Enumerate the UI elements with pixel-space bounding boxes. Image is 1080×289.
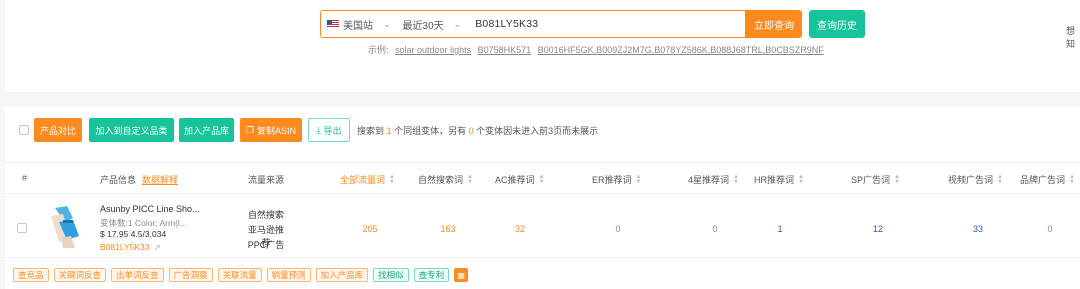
col-source: 流量来源 (248, 175, 285, 185)
col-er-label: ER推荐词 (592, 175, 632, 185)
tag-competitor[interactable]: 查竞品 (13, 268, 49, 282)
tag-ad-insight[interactable]: 广告洞察 (168, 268, 213, 282)
search-examples: 示例: solar outdoor lights B0758HK571 B001… (368, 43, 824, 56)
table-row: Asunby PICC Line Sho... 变体数:1 Color: Arm… (5, 194, 1080, 258)
col-hr-label: HR推荐词 (754, 175, 794, 185)
asin-text: B081LY5K33 (100, 242, 150, 252)
row-action-tags: 查竞品 关键词反查 出单词反查 广告洞察 关联流量 销量预测 加入产品库 找相似… (13, 268, 469, 282)
sort-icon: ▲ ▼ (538, 173, 545, 185)
sort-icon: ▲ ▼ (1069, 173, 1075, 185)
value-er: 0 (615, 224, 621, 234)
sort-icon: ▲ ▼ (798, 173, 804, 185)
sort-icon: ▲ ▼ (894, 173, 900, 185)
calculator-icon[interactable]: ▦ (454, 268, 469, 282)
col-all-label: 全部流量词 (340, 175, 386, 185)
col-video-label: 视频广告词 (948, 175, 994, 185)
summary-text: 搜索到 (357, 126, 385, 136)
value-video[interactable]: 33 (958, 224, 998, 234)
tag-keyword-reverse[interactable]: 关键词反查 (53, 268, 107, 282)
search-history-button[interactable]: 查询历史 (809, 10, 865, 38)
results-panel: 产品对比 加入到自定义品类 加入产品库 ❐ 复制ASIN ⤓ 导出 搜索到 1 … (5, 106, 1080, 289)
search-submit-button[interactable]: 立即查询 (746, 10, 802, 38)
col-natural-label: 自然搜索词 (418, 175, 464, 185)
add-custom-category-button[interactable]: 加入到自定义品类 (89, 118, 174, 142)
truncated-text: 想知 (1066, 26, 1076, 49)
col-ac[interactable]: AC推荐词 ▲ ▼ (495, 173, 545, 186)
product-image[interactable] (43, 202, 87, 250)
value-all[interactable]: 205 (350, 224, 390, 234)
results-summary: 搜索到 1 个同组变体，另有 0 个变体因未进入前3页而未展示 (357, 124, 598, 137)
source-natural: 自然搜索 (247, 210, 284, 220)
sort-icon: ▲ ▼ (635, 173, 642, 185)
product-asin[interactable]: B081LY5K33 ↗ (100, 242, 161, 252)
col-sp-label: SP广告词 (851, 175, 891, 185)
product-price-rating: $ 17.95 4.5/3,034 (100, 229, 167, 239)
search-input[interactable]: B081LY5K33 (475, 18, 538, 30)
tag-add-library[interactable]: 加入产品库 (315, 268, 369, 282)
value-hr[interactable]: 1 (760, 224, 800, 234)
product-name[interactable]: Asunby PICC Line Sho... (100, 204, 200, 214)
col-product: 产品信息 数据解释 (100, 173, 178, 186)
col-all-keywords[interactable]: 全部流量词 ▲ ▼ (340, 173, 395, 186)
value-sp[interactable]: 12 (858, 224, 898, 234)
results-toolbar: 产品对比 加入到自定义品类 加入产品库 ❐ 复制ASIN ⤓ 导出 搜索到 1 … (5, 118, 1080, 142)
value-brand: 0 (1047, 224, 1053, 234)
col-brand-label: 品牌广告词 (1020, 175, 1066, 185)
marketplace-select[interactable]: 美国站 ⌄ (321, 11, 397, 37)
summary-text: 个变体因未进入前3页而未展示 (476, 126, 599, 136)
col-four-star[interactable]: 4星推荐词 ▲ ▼ (688, 173, 739, 186)
sort-icon: ▲ ▼ (733, 173, 739, 185)
col-video[interactable]: 视频广告词 ▲ ▼ (948, 173, 1003, 186)
value-natural[interactable]: 163 (428, 224, 468, 234)
col-brand[interactable]: 品牌广告词 ▲ ▼ (1020, 173, 1075, 186)
chevron-down-icon: ⌄ (453, 18, 462, 29)
export-button[interactable]: ⤓ 导出 (308, 118, 350, 142)
tag-related-traffic[interactable]: 关联流量 (217, 268, 262, 282)
copy-icon: ❐ (245, 124, 255, 135)
external-link-icon[interactable]: ↗ (154, 243, 161, 252)
example-link[interactable]: B0016HF5GK,B009ZJ2M7G,B078YZ586K,B088J68… (538, 45, 824, 55)
col-product-label: 产品信息 (100, 175, 137, 185)
examples-label: 示例: (368, 45, 389, 55)
example-link[interactable]: solar outdoor lights (395, 45, 471, 55)
compare-button[interactable]: 产品对比 (34, 118, 82, 142)
col-natural[interactable]: 自然搜索词 ▲ ▼ (418, 173, 473, 186)
download-icon: ⤓ (316, 124, 321, 135)
tag-patent[interactable]: 查专利 (413, 268, 450, 282)
summary-text: 个同组变体，另有 (394, 126, 467, 136)
select-all-checkbox[interactable] (19, 125, 29, 135)
source-ppc: PPC广告 (247, 240, 285, 250)
col-ac-label: AC推荐词 (495, 175, 535, 185)
sort-icon: ▲ ▼ (997, 173, 1003, 185)
example-link[interactable]: B0758HK571 (478, 45, 532, 55)
add-library-button[interactable]: 加入产品库 (179, 118, 234, 142)
value-ac[interactable]: 32 (500, 224, 540, 234)
search-bar[interactable]: 美国站 ⌄ 最近30天 ⌄ B081LY5K33 (320, 10, 746, 38)
copy-asin-label: 复制ASIN (257, 125, 297, 136)
sort-icon: ▲ ▼ (467, 173, 473, 185)
hidden-count: 0 (468, 126, 474, 136)
col-er[interactable]: ER推荐词 ▲ ▼ (592, 173, 642, 186)
sort-icon: ▲ ▼ (389, 173, 395, 185)
value-four-star: 0 (712, 224, 718, 234)
tag-order-keyword[interactable]: 出单词反查 (111, 268, 164, 282)
date-range-label: 最近30天 (402, 20, 444, 32)
product-meta: 变体数:1 Color: Arm(l... (100, 218, 187, 228)
col-sp[interactable]: SP广告词 ▲ ▼ (851, 173, 900, 186)
row-checkbox[interactable] (17, 223, 27, 233)
copy-asin-button[interactable]: ❐ 复制ASIN (240, 118, 302, 142)
export-label: 导出 (323, 125, 342, 136)
tag-find-similar[interactable]: 找相似 (373, 268, 409, 282)
col-hr[interactable]: HR推荐词 ▲ ▼ (754, 173, 804, 186)
tag-sales-forecast[interactable]: 销量预测 (266, 268, 311, 282)
col-four-star-label: 4星推荐词 (688, 175, 730, 185)
chevron-down-icon: ⌄ (383, 18, 391, 29)
data-explain-link[interactable]: 数据解释 (142, 173, 178, 186)
col-index: # (22, 173, 28, 183)
marketplace-label: 美国站 (343, 20, 373, 32)
variant-count: 1 (386, 126, 392, 136)
table-header: # 产品信息 数据解释 流量来源 全部流量词 ▲ ▼ 自然搜索词 ▲ ▼ AC推荐词 ▲ ▼… (5, 162, 1080, 194)
date-range-select[interactable]: 最近30天 ⌄ (397, 11, 468, 37)
us-flag-icon (327, 20, 339, 28)
